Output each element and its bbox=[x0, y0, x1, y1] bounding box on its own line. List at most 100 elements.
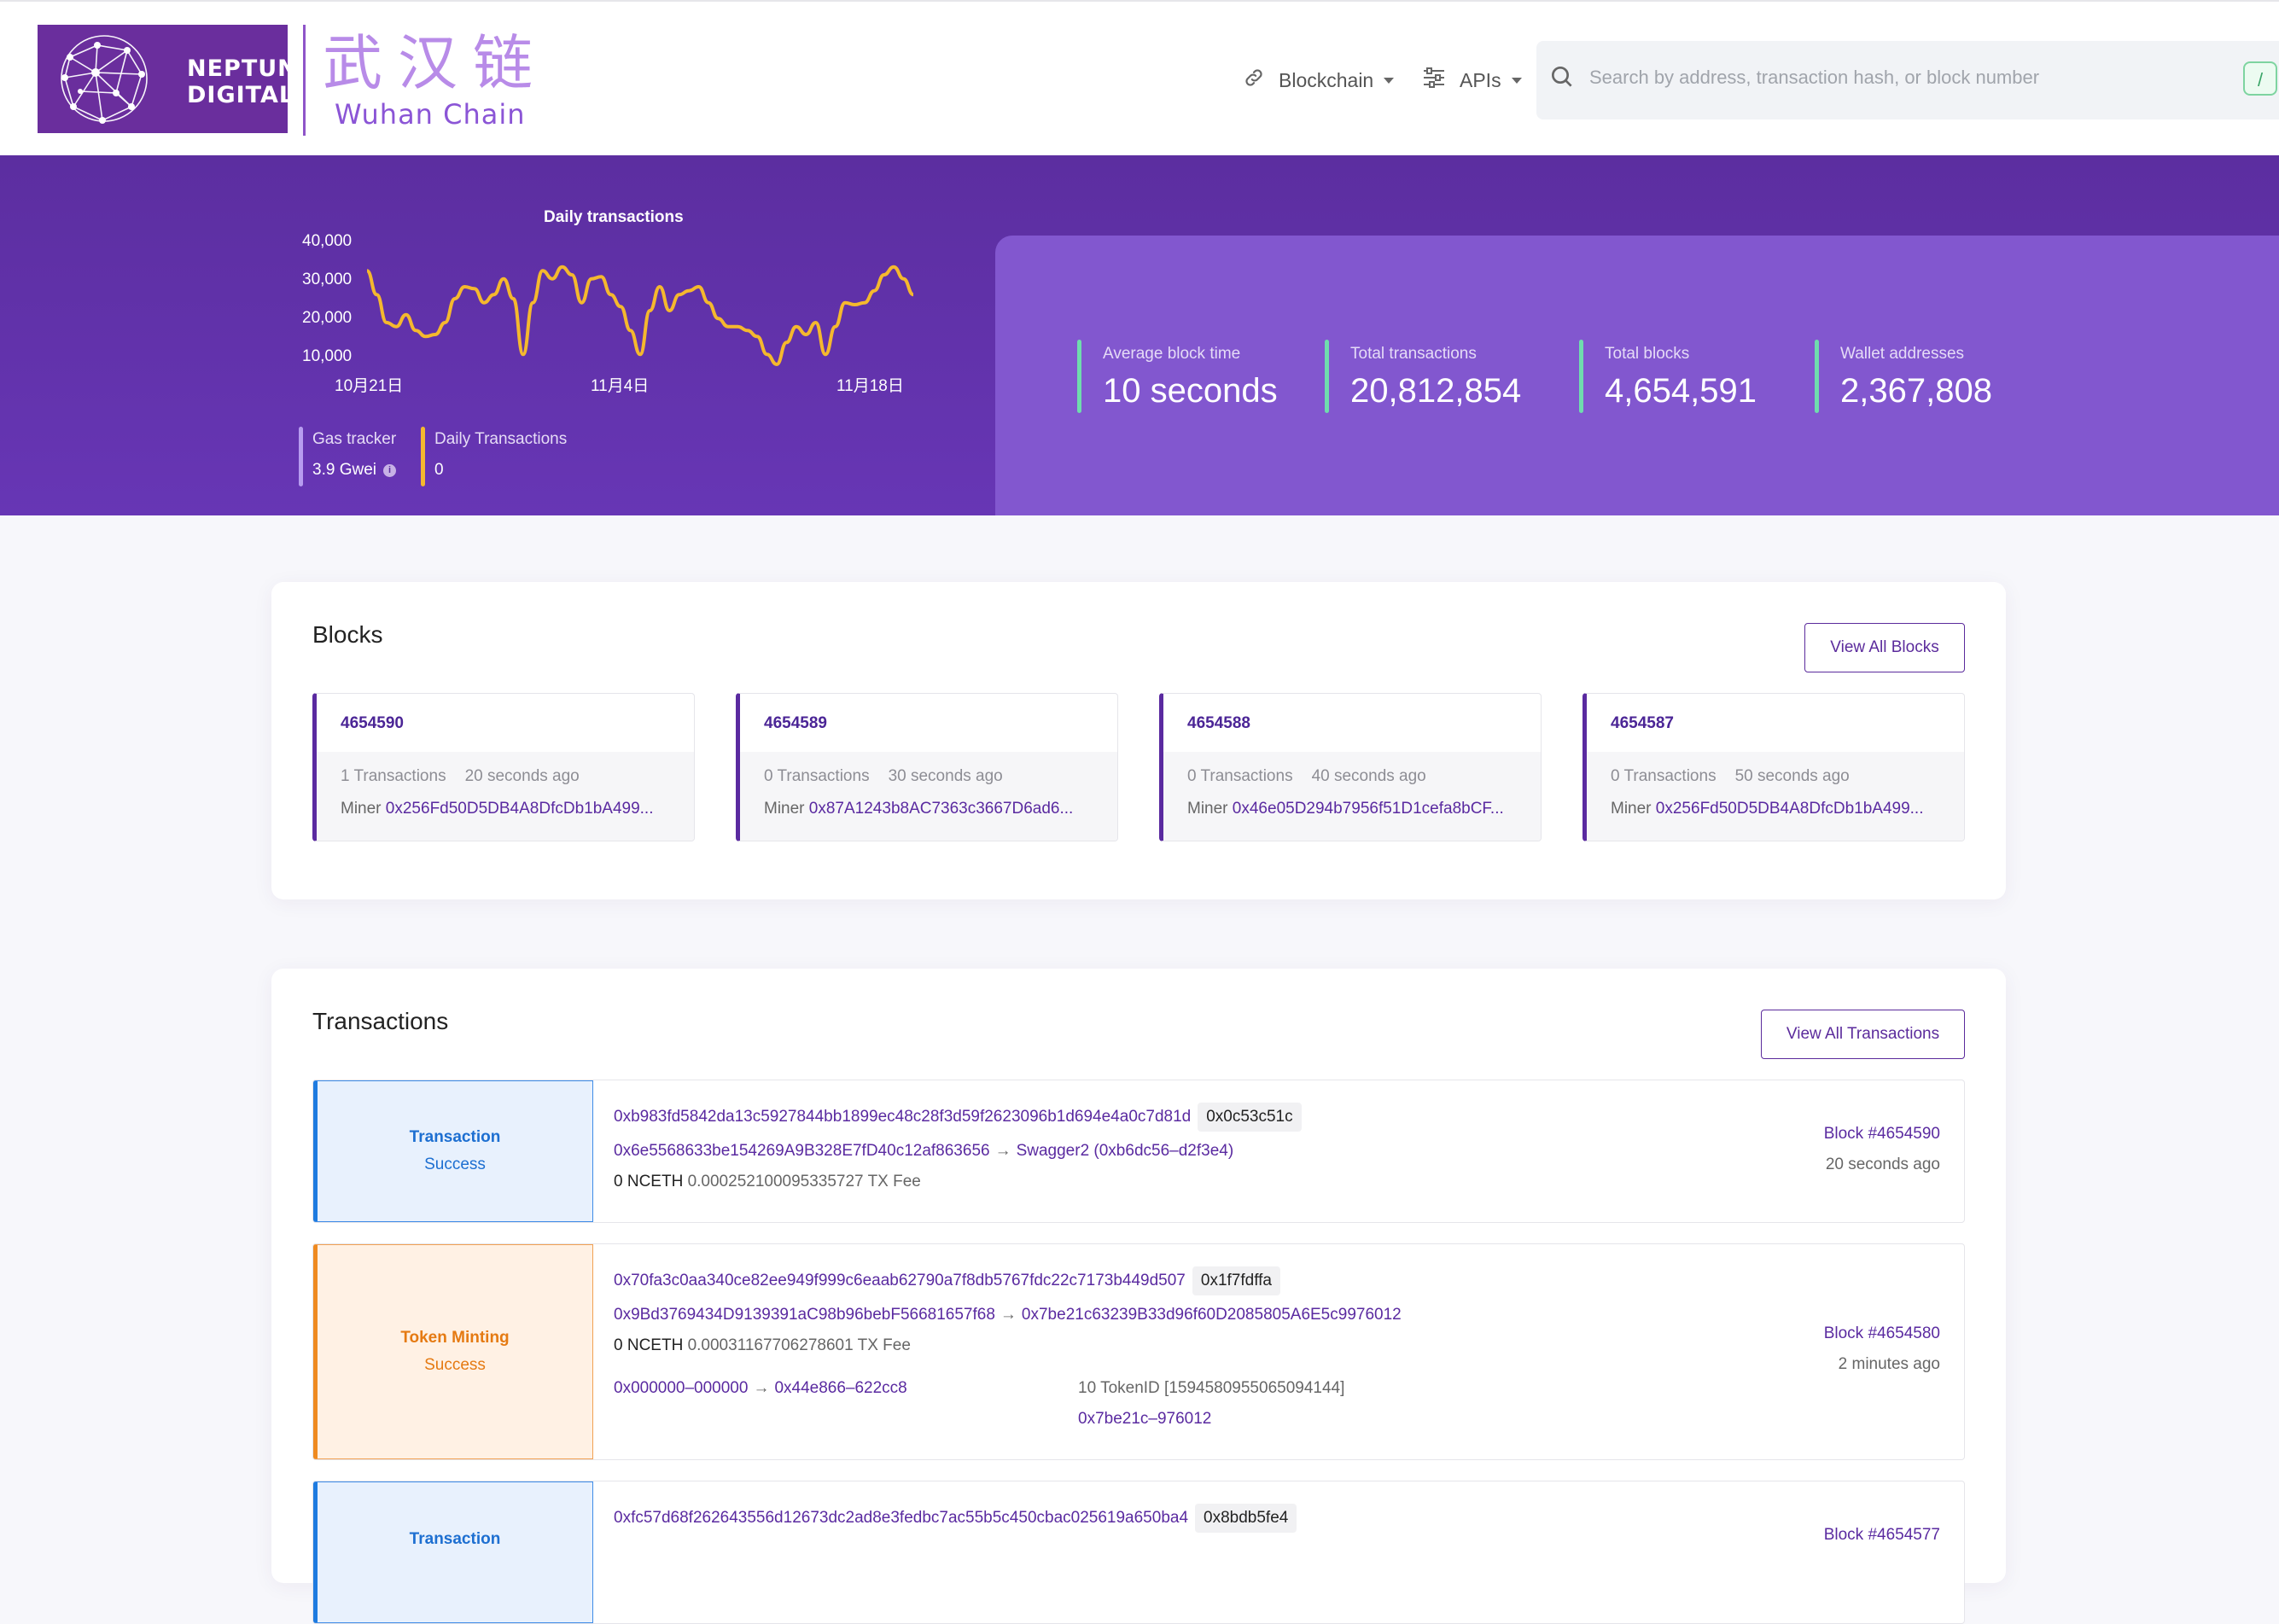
blocks-title: Blocks bbox=[312, 621, 383, 648]
stat-total-transactions: Total transactions 20,812,854 bbox=[1325, 340, 1521, 413]
daily-transactions-chart bbox=[367, 265, 913, 366]
link-icon bbox=[1243, 67, 1265, 94]
tx-hash-link[interactable]: 0x70fa3c0aa340ce82ee949f999c6eaab62790a7… bbox=[614, 1272, 1186, 1290]
block-tx-count: 0 Transactions bbox=[1187, 767, 1293, 785]
tx-block-link[interactable]: Block #4654580 bbox=[1824, 1324, 1940, 1343]
transactions-title: Transactions bbox=[312, 1008, 449, 1034]
block-tx-count: 0 Transactions bbox=[1611, 767, 1717, 785]
stat-total-blocks: Total blocks 4,654,591 bbox=[1579, 340, 1757, 413]
tx-block-link[interactable]: Block #4654577 bbox=[1824, 1526, 1940, 1545]
block-tx-count: 0 Transactions bbox=[764, 767, 870, 785]
miner-label: Miner bbox=[1611, 800, 1652, 818]
stat-label: Wallet addresses bbox=[1840, 345, 1965, 363]
tx-amount: 0 NCETH bbox=[614, 1336, 684, 1354]
tx-block-link[interactable]: Block #4654590 bbox=[1824, 1125, 1940, 1144]
chart-title: Daily transactions bbox=[544, 208, 684, 226]
logo-divider bbox=[303, 25, 306, 136]
nav-blockchain-label: Blockchain bbox=[1279, 68, 1374, 91]
miner-address-link[interactable]: 0x256Fd50D5DB4A8DfcDb1bA499... bbox=[386, 800, 654, 818]
search-icon bbox=[1548, 63, 1576, 95]
y-tick-label: 20,000 bbox=[302, 309, 353, 327]
tx-method-chip: 0x1f7fdffa bbox=[1192, 1266, 1280, 1295]
tx-from-link[interactable]: 0x6e5568633be154269A9B328E7fD40c12af8636… bbox=[614, 1142, 990, 1161]
stat-label: Total blocks bbox=[1605, 345, 1690, 363]
stat-wallet-addresses: Wallet addresses 2,367,808 bbox=[1815, 340, 1992, 413]
block-number-link[interactable]: 4654590 bbox=[341, 714, 404, 733]
token-transfer-from-link[interactable]: 0x000000–000000 bbox=[614, 1379, 748, 1398]
logo-line-1: NEPTUNE bbox=[187, 55, 315, 82]
tx-hash-link[interactable]: 0xfc57d68f262643556d12673dc2ad8e3fedbc7a… bbox=[614, 1509, 1188, 1528]
transaction-row: Transaction 0xfc57d68f262643556d12673dc2… bbox=[312, 1481, 1965, 1624]
stat-label: Total transactions bbox=[1350, 345, 1477, 363]
tx-age: 20 seconds ago bbox=[1825, 1155, 1940, 1173]
arrow-right-icon: → bbox=[753, 1379, 770, 1397]
chain-stats-panel: Average block time 10 seconds Total tran… bbox=[995, 236, 2279, 515]
top-header: NEPTUNE DIGITAL 武汉链 Wuhan Chain Blockcha… bbox=[0, 0, 2279, 155]
x-tick-label: 11月4日 bbox=[591, 377, 650, 395]
blocks-card: Blocks View All Blocks 4654590 1 Transac… bbox=[271, 582, 2006, 899]
stat-label: Average block time bbox=[1103, 345, 1241, 363]
block-number-link[interactable]: 4654589 bbox=[764, 714, 827, 733]
tx-to-link[interactable]: Swagger2 (0xb6dc56–d2f3e4) bbox=[1017, 1142, 1234, 1161]
x-tick-label: 10月21日 bbox=[335, 377, 404, 395]
stat-value: 2,367,808 bbox=[1840, 372, 1992, 410]
block-age: 30 seconds ago bbox=[888, 767, 1003, 785]
block-tile[interactable]: 4654589 0 Transactions 30 seconds ago Min… bbox=[736, 693, 1118, 841]
transaction-row: Transaction Success 0xb983fd5842da13c592… bbox=[312, 1080, 1965, 1223]
nav-blockchain[interactable]: Blockchain bbox=[1243, 63, 1395, 97]
tx-fee: 0.00031167706278601 TX Fee bbox=[687, 1336, 911, 1354]
block-age: 50 seconds ago bbox=[1734, 767, 1850, 785]
tx-type-badge: Transaction Success bbox=[313, 1080, 593, 1222]
block-number-link[interactable]: 4654587 bbox=[1611, 714, 1674, 733]
tx-fee: 0.000252100095335727 TX Fee bbox=[687, 1173, 921, 1190]
miner-address-link[interactable]: 0x46e05D294b7956f51D1cefa8bCF... bbox=[1233, 800, 1504, 818]
block-tile[interactable]: 4654587 0 Transactions 50 seconds ago Min… bbox=[1582, 693, 1965, 841]
stat-value: 4,654,591 bbox=[1605, 372, 1757, 410]
search-bar[interactable]: Search by address, transaction hash, or … bbox=[1536, 41, 2279, 119]
token-contract-link[interactable]: 0x7be21c–976012 bbox=[1078, 1410, 1211, 1429]
gas-tracker-label: Gas tracker bbox=[312, 430, 397, 448]
block-tile[interactable]: 4654588 0 Transactions 40 seconds ago Min… bbox=[1159, 693, 1542, 841]
info-icon[interactable]: i bbox=[382, 463, 396, 477]
logo-line-2: DIGITAL bbox=[187, 82, 295, 108]
miner-label: Miner bbox=[341, 800, 382, 818]
miner-label: Miner bbox=[1187, 800, 1228, 818]
tx-method-chip: 0x0c53c51c bbox=[1198, 1103, 1302, 1132]
tx-hash-link[interactable]: 0xb983fd5842da13c5927844bb1899ec48c28f3d… bbox=[614, 1108, 1191, 1126]
nav-apis-label: APIs bbox=[1460, 68, 1501, 91]
miner-address-link[interactable]: 0x87A1243b8AC7363c3667D6ad6... bbox=[809, 800, 1074, 818]
tx-age: 2 minutes ago bbox=[1838, 1355, 1940, 1373]
network-globe-icon bbox=[61, 35, 148, 124]
block-tile[interactable]: 4654590 1 Transactions 20 seconds ago Min… bbox=[312, 693, 695, 841]
arrow-right-icon: → bbox=[1000, 1306, 1017, 1324]
nav-apis[interactable]: APIs bbox=[1422, 63, 1522, 97]
tx-type-label: Transaction bbox=[409, 1128, 501, 1146]
search-input[interactable]: Search by address, transaction hash, or … bbox=[1589, 67, 2039, 89]
tx-amount: 0 NCETH bbox=[614, 1173, 684, 1190]
neptune-digital-logo[interactable]: NEPTUNE DIGITAL bbox=[38, 25, 313, 133]
y-tick-label: 40,000 bbox=[302, 232, 353, 250]
daily-transactions-value: 0 bbox=[434, 461, 444, 479]
daily-transactions-label: Daily Transactions bbox=[434, 430, 568, 448]
tx-to-link[interactable]: 0x7be21c63239B33d96f60D2085805A6E5c99760… bbox=[1022, 1306, 1402, 1324]
view-all-blocks-button[interactable]: View All Blocks bbox=[1804, 623, 1965, 672]
tx-status-label: Success bbox=[424, 1356, 486, 1374]
miner-address-link[interactable]: 0x256Fd50D5DB4A8DfcDb1bA499... bbox=[1656, 800, 1924, 818]
gas-tracker: Gas tracker 3.9 Gwei i bbox=[299, 427, 396, 486]
block-age: 40 seconds ago bbox=[1311, 767, 1426, 785]
tx-type-badge: Token Minting Success bbox=[313, 1244, 593, 1459]
daily-transactions-stat: Daily Transactions 0 bbox=[421, 427, 567, 486]
token-amount: 10 TokenID [1594580955065094144] bbox=[1078, 1379, 1345, 1397]
arrow-right-icon: → bbox=[994, 1142, 1011, 1160]
block-number-link[interactable]: 4654588 bbox=[1187, 714, 1250, 733]
x-tick-label: 11月18日 bbox=[836, 377, 904, 395]
gas-tracker-value: 3.9 Gwei bbox=[312, 461, 376, 479]
block-age: 20 seconds ago bbox=[464, 767, 580, 785]
view-all-transactions-button[interactable]: View All Transactions bbox=[1761, 1010, 1965, 1059]
tx-type-badge: Transaction bbox=[313, 1481, 593, 1623]
logo-wordmark: NEPTUNE DIGITAL bbox=[187, 55, 314, 108]
transactions-card: Transactions View All Transactions Trans… bbox=[271, 969, 2006, 1624]
stat-value: 20,812,854 bbox=[1350, 372, 1522, 410]
tx-from-link[interactable]: 0x9Bd3769434D9139391aC98b96bebF56681657f… bbox=[614, 1306, 995, 1324]
token-transfer-to-link[interactable]: 0x44e866–622cc8 bbox=[774, 1379, 906, 1398]
